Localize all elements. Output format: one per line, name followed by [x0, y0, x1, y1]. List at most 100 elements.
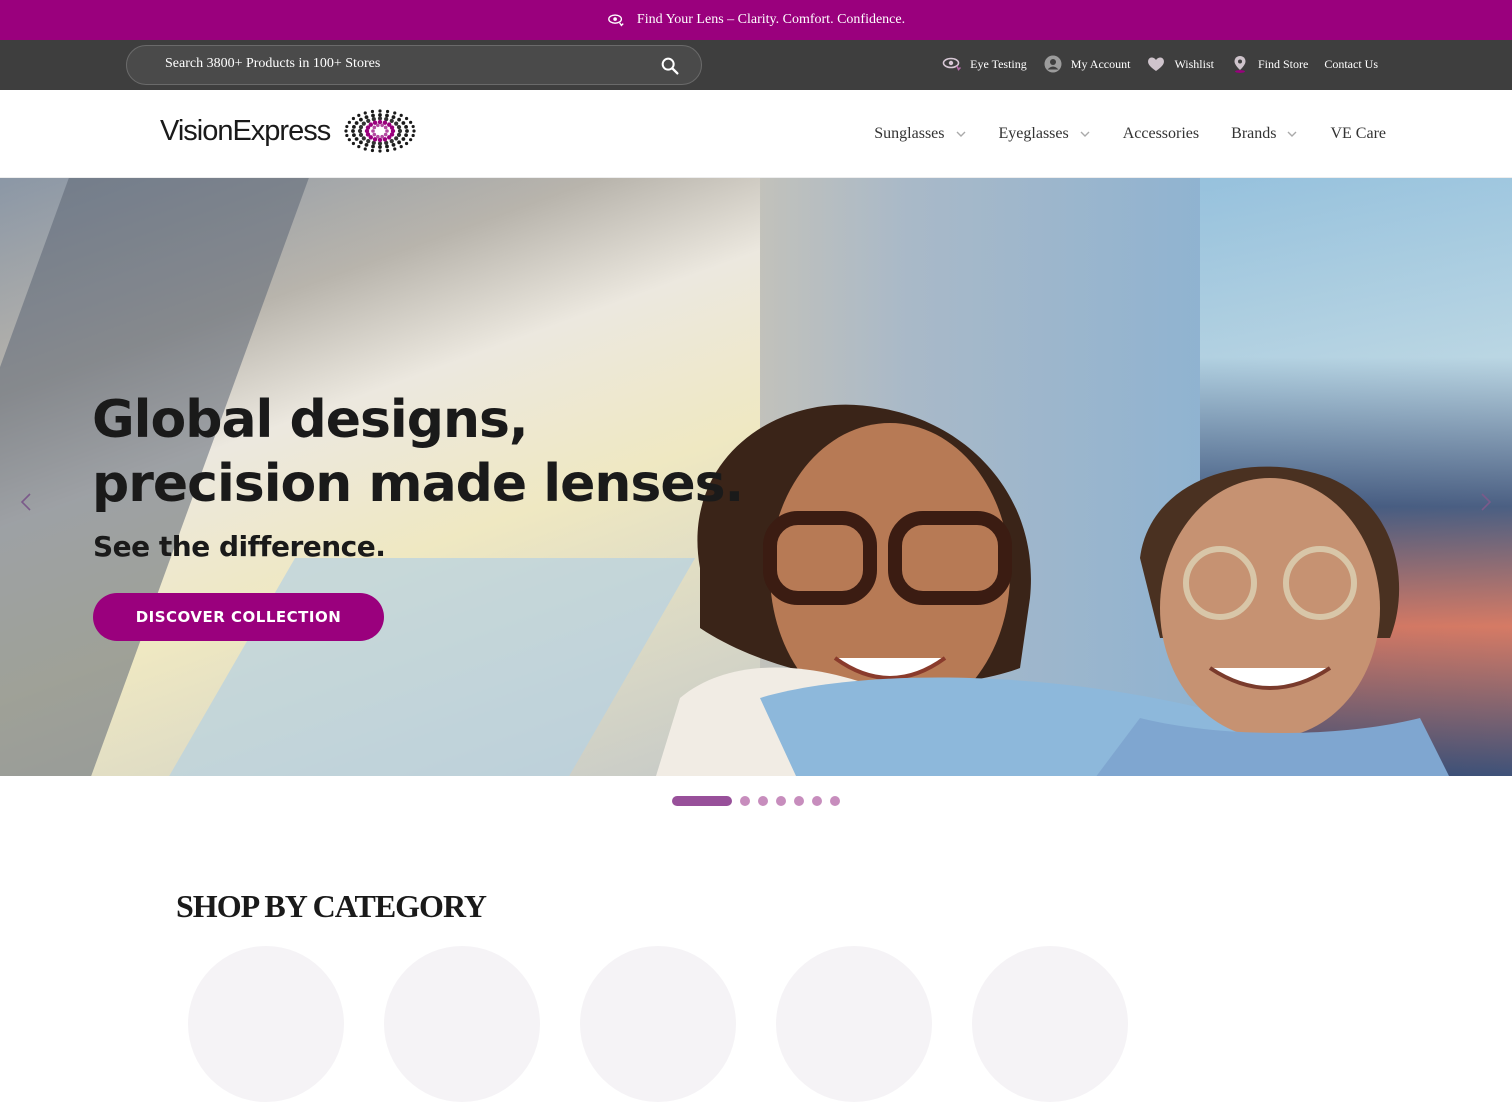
hero-title: Global designs, precision made lenses. — [92, 388, 744, 516]
logo-dot — [358, 128, 363, 134]
carousel-dot[interactable] — [776, 796, 786, 806]
heart-icon — [1148, 57, 1165, 71]
logo-dot — [359, 117, 364, 122]
logo-dot — [357, 145, 361, 149]
carousel-dot[interactable] — [830, 796, 840, 806]
category-list — [188, 946, 1128, 1102]
category-item[interactable] — [188, 946, 344, 1102]
chevron-down-icon — [1080, 131, 1090, 137]
category-item[interactable] — [972, 946, 1128, 1102]
utility-bar: Search 3800+ Products in 100+ Stores Eye… — [0, 40, 1512, 90]
chevron-down-icon — [1287, 131, 1297, 137]
logo-dot — [393, 111, 397, 115]
eye-testing-link[interactable]: Eye Testing — [942, 54, 1027, 74]
logo-dot — [378, 137, 383, 143]
hero-subtitle: See the difference. — [93, 530, 386, 563]
logo-dot — [405, 129, 410, 133]
logo-dot — [385, 113, 390, 118]
logo-dot — [378, 113, 383, 117]
eye-testing-label: Eye Testing — [970, 56, 1027, 71]
logo-dot — [394, 121, 399, 126]
logo-dot — [372, 125, 377, 130]
logo-dot — [371, 109, 375, 114]
search-icon[interactable] — [659, 55, 681, 77]
logo-dot — [363, 147, 368, 151]
logo-dot — [398, 128, 403, 134]
logo-dot — [385, 144, 390, 149]
logo-dot — [361, 136, 367, 141]
logo-dot — [411, 133, 415, 138]
search-input[interactable]: Search 3800+ Products in 100+ Stores — [165, 56, 380, 72]
category-item[interactable] — [384, 946, 540, 1102]
logo-dot — [397, 117, 402, 122]
discover-collection-button[interactable]: DISCOVER COLLECTION — [93, 593, 384, 641]
logo-dot — [378, 109, 382, 113]
logo-dot — [397, 125, 402, 130]
carousel-dot[interactable] — [740, 796, 750, 806]
logo-dot — [352, 133, 357, 138]
carousel-dot[interactable] — [812, 796, 822, 806]
logo-dot — [364, 115, 369, 120]
chevron-right-icon[interactable] — [1478, 492, 1494, 512]
logo-dot — [359, 140, 364, 145]
logo-dot — [378, 149, 382, 153]
logo-dot — [404, 124, 409, 129]
logo-dot — [366, 118, 371, 123]
logo-dot — [393, 147, 397, 151]
promo-text[interactable]: Find Your Lens – Clarity. Comfort. Confi… — [637, 12, 905, 28]
search-box[interactable]: Search 3800+ Products in 100+ Stores — [126, 45, 702, 85]
logo-dot — [371, 113, 376, 118]
hero-title-line-2: precision made lenses. — [92, 454, 744, 514]
contact-us-label: Contact Us — [1324, 56, 1378, 71]
carousel-dot[interactable] — [672, 796, 732, 806]
nav-eyeglasses[interactable]: Eyeglasses — [999, 125, 1091, 143]
carousel-dot[interactable] — [758, 796, 768, 806]
logo-dot — [386, 148, 390, 153]
logo-dot — [384, 125, 388, 130]
user-icon — [1044, 55, 1062, 73]
nav-accessories-label: Accessories — [1122, 125, 1200, 142]
category-item[interactable] — [776, 946, 932, 1102]
nav-accessories[interactable]: Accessories — [1123, 125, 1199, 143]
chevron-down-icon — [956, 131, 966, 137]
logo-dot — [352, 124, 357, 129]
logo-dot — [372, 132, 377, 137]
logo-dot — [357, 113, 361, 117]
logo-dot — [347, 120, 352, 124]
logo-dot — [385, 129, 390, 133]
my-account-label: My Account — [1070, 56, 1131, 71]
category-item[interactable] — [580, 946, 736, 1102]
logo-dot — [389, 118, 395, 123]
my-account-link[interactable]: My Account — [1043, 54, 1131, 74]
logo-dot — [394, 136, 399, 141]
logo-dot — [366, 139, 371, 144]
logo-dot — [399, 145, 404, 149]
logo-dot — [378, 145, 383, 149]
find-store-link[interactable]: Find Store — [1230, 54, 1308, 74]
hero-title-line-1: Global designs, — [92, 390, 529, 450]
logo-dot — [401, 137, 406, 141]
logo-dot — [371, 144, 376, 149]
logo-dot — [412, 129, 416, 133]
nav-ve-care[interactable]: VE Care — [1330, 125, 1386, 143]
logo-dot — [409, 138, 413, 142]
logo-dot — [354, 137, 359, 141]
location-pin-icon — [1234, 56, 1246, 73]
logo-dot — [371, 148, 375, 153]
main-nav: VisionExpress Sunglasses Eyeglasses Acce… — [0, 90, 1512, 178]
logo-dot — [345, 124, 349, 129]
logo-dot — [409, 120, 413, 124]
find-store-label: Find Store — [1257, 56, 1309, 71]
logo-dot — [404, 133, 409, 138]
logo-dot — [391, 142, 396, 147]
wishlist-link[interactable]: Wishlist — [1146, 54, 1214, 74]
logo[interactable]: VisionExpress — [160, 108, 418, 154]
logo-dot — [397, 140, 402, 145]
nav-sunglasses[interactable]: Sunglasses — [874, 125, 966, 143]
contact-us-link[interactable]: Contact Us — [1324, 57, 1378, 72]
hero-banner[interactable]: Global designs, precision made lenses. S… — [0, 178, 1512, 776]
nav-brands[interactable]: Brands — [1231, 125, 1298, 143]
chevron-left-icon[interactable] — [18, 492, 34, 512]
promo-bar: Find Your Lens – Clarity. Comfort. Confi… — [0, 0, 1512, 40]
carousel-dot[interactable] — [794, 796, 804, 806]
